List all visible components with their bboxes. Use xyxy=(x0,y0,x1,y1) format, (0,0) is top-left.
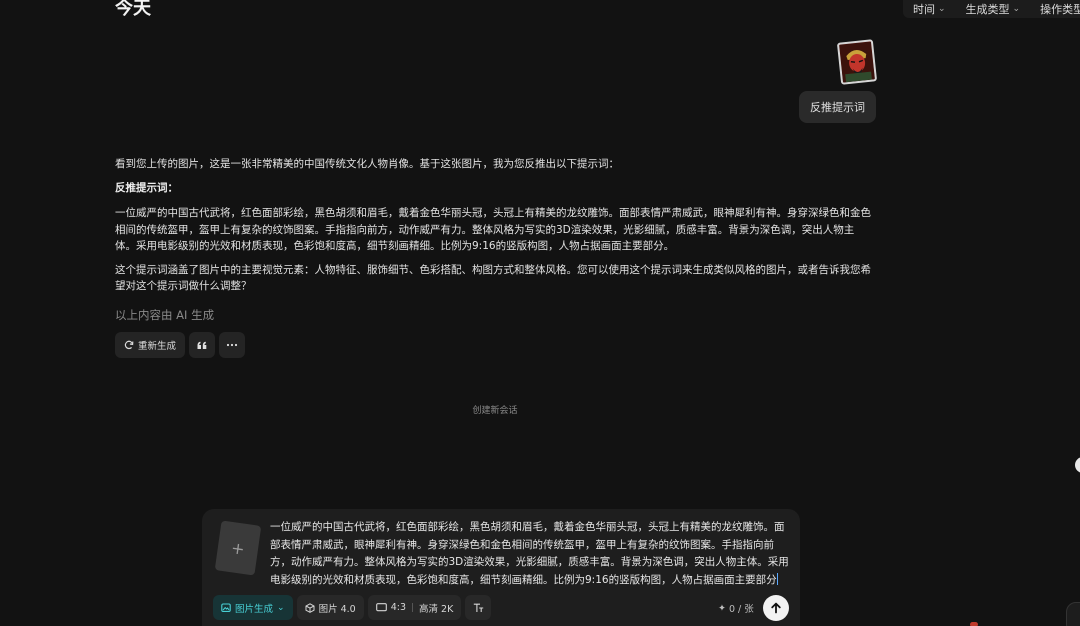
model-select[interactable]: 图片 4.0 xyxy=(296,595,364,620)
uploaded-image-thumbnail[interactable] xyxy=(836,39,878,85)
prompt-input[interactable]: 一位威严的中国古代武将，红色面部彩绘，黑色胡须和眉毛，戴着金色华丽头冠，头冠上有… xyxy=(270,519,792,589)
response-actions: 重新生成 xyxy=(115,332,246,358)
aspect-ratio-icon xyxy=(375,603,387,612)
image-upload-button[interactable]: + xyxy=(214,520,262,576)
history-day-label: 今天 xyxy=(115,0,151,19)
ai-generated-note: 以上内容由 AI 生成 xyxy=(115,307,215,322)
text-format-button[interactable] xyxy=(465,595,492,620)
quality-label: 高清 2K xyxy=(419,603,454,615)
composer-toolbar: 图片生成 ⌄ 图片 4.0 4:3 高清 2K xyxy=(213,595,492,620)
ellipsis-icon xyxy=(226,343,238,347)
credit-counter-label: 0 / 张 xyxy=(728,604,754,615)
page: 今天 时间 ⌄ 生成类型 ⌄ 操作类型 ⌄ 反推提示词 看到您上传的图片，这是一… xyxy=(0,0,1080,626)
warrior-portrait-image xyxy=(839,41,875,83)
notification-dot xyxy=(970,622,978,626)
quote-icon xyxy=(197,341,207,349)
quote-button[interactable] xyxy=(189,332,216,358)
op-type-filter-label: 操作类型 xyxy=(1040,3,1080,16)
gen-type-filter-label: 生成类型 xyxy=(965,3,1010,16)
time-filter[interactable]: 时间 ⌄ xyxy=(913,0,946,17)
op-type-filter[interactable]: 操作类型 ⌄ xyxy=(1040,0,1080,17)
mode-select[interactable]: 图片生成 ⌄ xyxy=(213,595,293,620)
refresh-icon xyxy=(124,340,134,350)
time-filter-label: 时间 xyxy=(913,3,935,16)
response-intro: 看到您上传的图片，这是一张非常精美的中国传统文化人物肖像。基于这张图片，我为您反… xyxy=(115,158,619,170)
credit-counter: ✦ 0 / 张 xyxy=(718,601,754,616)
assistant-response: 看到您上传的图片，这是一张非常精美的中国传统文化人物肖像。基于这张图片，我为您反… xyxy=(115,156,875,323)
toolbar-divider xyxy=(412,603,413,612)
chevron-down-icon: ⌄ xyxy=(938,4,946,14)
send-button[interactable] xyxy=(763,595,789,621)
regenerate-button[interactable]: 重新生成 xyxy=(115,332,186,358)
regenerate-label: 重新生成 xyxy=(138,341,177,352)
plus-icon: + xyxy=(230,537,246,559)
response-prompt: 一位威严的中国古代武将，红色面部彩绘，黑色胡须和眉毛，戴着金色华丽头冠，头冠上有… xyxy=(115,207,871,252)
ratio-quality-select[interactable]: 4:3 高清 2K xyxy=(367,595,462,620)
gen-type-filter[interactable]: 生成类型 ⌄ xyxy=(966,0,1021,17)
ratio-label: 4:3 xyxy=(390,602,406,613)
response-heading: 反推提示词： xyxy=(115,181,178,194)
more-options-button[interactable] xyxy=(219,332,246,358)
model-label: 图片 4.0 xyxy=(318,603,356,615)
chevron-down-icon: ⌄ xyxy=(277,602,285,613)
image-gen-icon xyxy=(221,602,231,612)
side-panel-handle[interactable] xyxy=(1075,457,1080,473)
text-caret xyxy=(776,572,778,585)
chevron-down-icon: ⌄ xyxy=(1012,4,1021,14)
user-message-bubble: 反推提示词 xyxy=(799,91,876,123)
prompt-input-text: 一位威严的中国古代武将，红色面部彩绘，黑色胡须和眉毛，戴着金色华丽头冠，头冠上有… xyxy=(270,521,789,586)
new-session-link[interactable]: 创建新会话 xyxy=(0,403,990,416)
text-format-icon xyxy=(473,603,483,612)
side-floating-button[interactable] xyxy=(1066,602,1080,626)
prompt-composer: + 一位威严的中国古代武将，红色面部彩绘，黑色胡须和眉毛，戴着金色华丽头冠，头冠… xyxy=(202,509,800,626)
arrow-up-icon xyxy=(771,602,781,614)
cube-icon xyxy=(305,602,315,613)
sparkle-icon: ✦ xyxy=(718,602,726,614)
mode-label: 图片生成 xyxy=(235,603,274,615)
filter-bar: 时间 ⌄ 生成类型 ⌄ 操作类型 ⌄ xyxy=(903,0,1080,18)
response-summary: 这个提示词涵盖了图片中的主要视觉元素：人物特征、服饰细节、色彩搭配、构图方式和整… xyxy=(115,263,871,293)
